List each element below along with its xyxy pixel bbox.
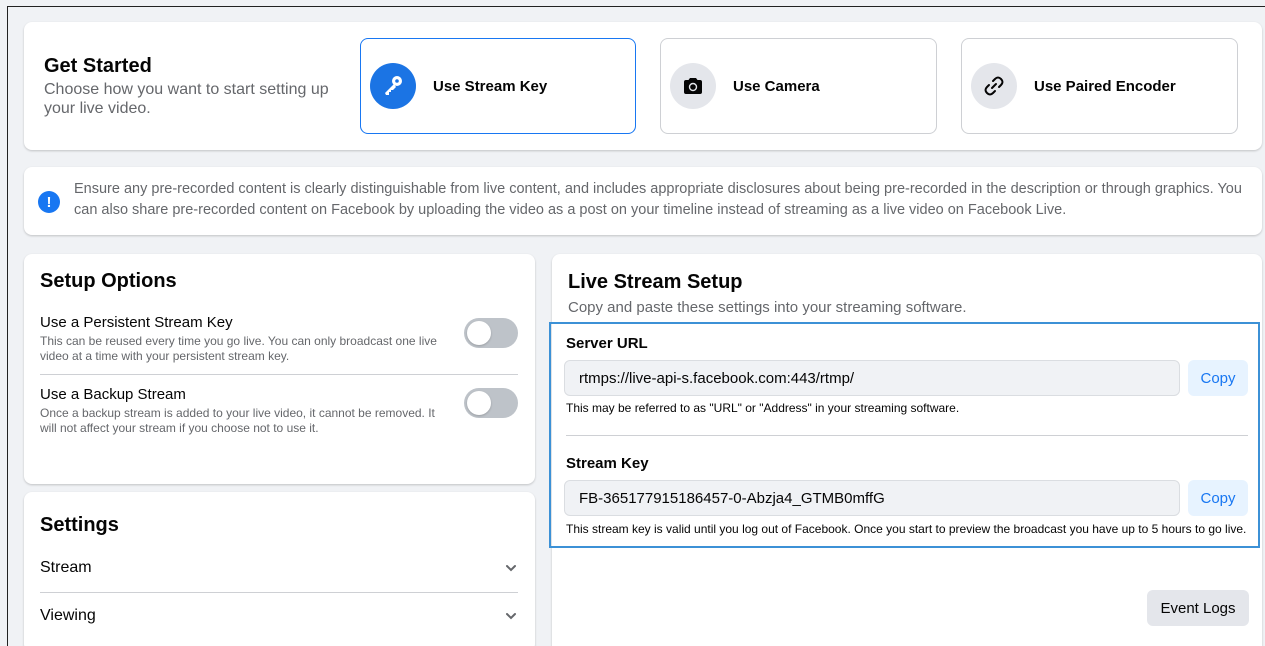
divider: [40, 592, 518, 593]
divider: [40, 374, 518, 375]
setup-options-card: Setup Options Use a Persistent Stream Ke…: [24, 254, 535, 484]
backup-stream-description: Once a backup stream is added to your li…: [40, 406, 435, 435]
use-camera-option[interactable]: Use Camera: [660, 38, 937, 134]
toggle-knob: [467, 391, 491, 415]
persistent-stream-key-title: Use a Persistent Stream Key: [40, 314, 233, 331]
settings-title: Settings: [40, 514, 119, 536]
camera-icon: [670, 63, 716, 109]
use-stream-key-option[interactable]: Use Stream Key: [360, 38, 636, 134]
prerecorded-notice: ! Ensure any pre-recorded content is cle…: [24, 167, 1262, 235]
live-stream-setup-subtitle: Copy and paste these settings into your …: [568, 299, 967, 316]
backup-stream-row: Use a Backup Stream Once a backup stream…: [40, 386, 518, 436]
get-started-card: Get Started Choose how you want to start…: [24, 22, 1262, 150]
use-paired-encoder-option[interactable]: Use Paired Encoder: [961, 38, 1238, 134]
event-logs-button[interactable]: Event Logs: [1147, 590, 1249, 626]
persistent-stream-key-toggle[interactable]: [464, 318, 518, 348]
key-icon: [370, 63, 416, 109]
backup-stream-title: Use a Backup Stream: [40, 386, 186, 403]
settings-row-label: Viewing: [40, 607, 96, 624]
notice-text: Ensure any pre-recorded content is clear…: [74, 181, 1242, 218]
live-stream-setup-title: Live Stream Setup: [568, 271, 743, 293]
use-paired-encoder-label: Use Paired Encoder: [1034, 77, 1176, 95]
settings-card: Settings Stream Viewing: [24, 492, 535, 646]
settings-row-label: Stream: [40, 559, 92, 576]
highlight-box: [549, 322, 1260, 548]
setup-options-title: Setup Options: [40, 270, 177, 292]
live-stream-setup-card: Live Stream Setup Copy and paste these s…: [549, 254, 1262, 646]
persistent-stream-key-row: Use a Persistent Stream Key This can be …: [40, 314, 518, 364]
get-started-subtitle: Choose how you want to start setting up …: [44, 81, 329, 117]
info-icon: !: [38, 191, 60, 213]
chevron-down-icon: [506, 565, 516, 572]
settings-row-viewing[interactable]: Viewing: [40, 596, 518, 636]
use-stream-key-label: Use Stream Key: [433, 77, 548, 95]
settings-row-stream[interactable]: Stream: [40, 548, 518, 588]
toggle-knob: [467, 321, 491, 345]
use-camera-label: Use Camera: [733, 77, 820, 95]
get-started-title: Get Started: [44, 55, 152, 77]
backup-stream-toggle[interactable]: [464, 388, 518, 418]
persistent-stream-key-description: This can be reused every time you go liv…: [40, 334, 437, 363]
chevron-down-icon: [506, 613, 516, 620]
link-icon: [971, 63, 1017, 109]
